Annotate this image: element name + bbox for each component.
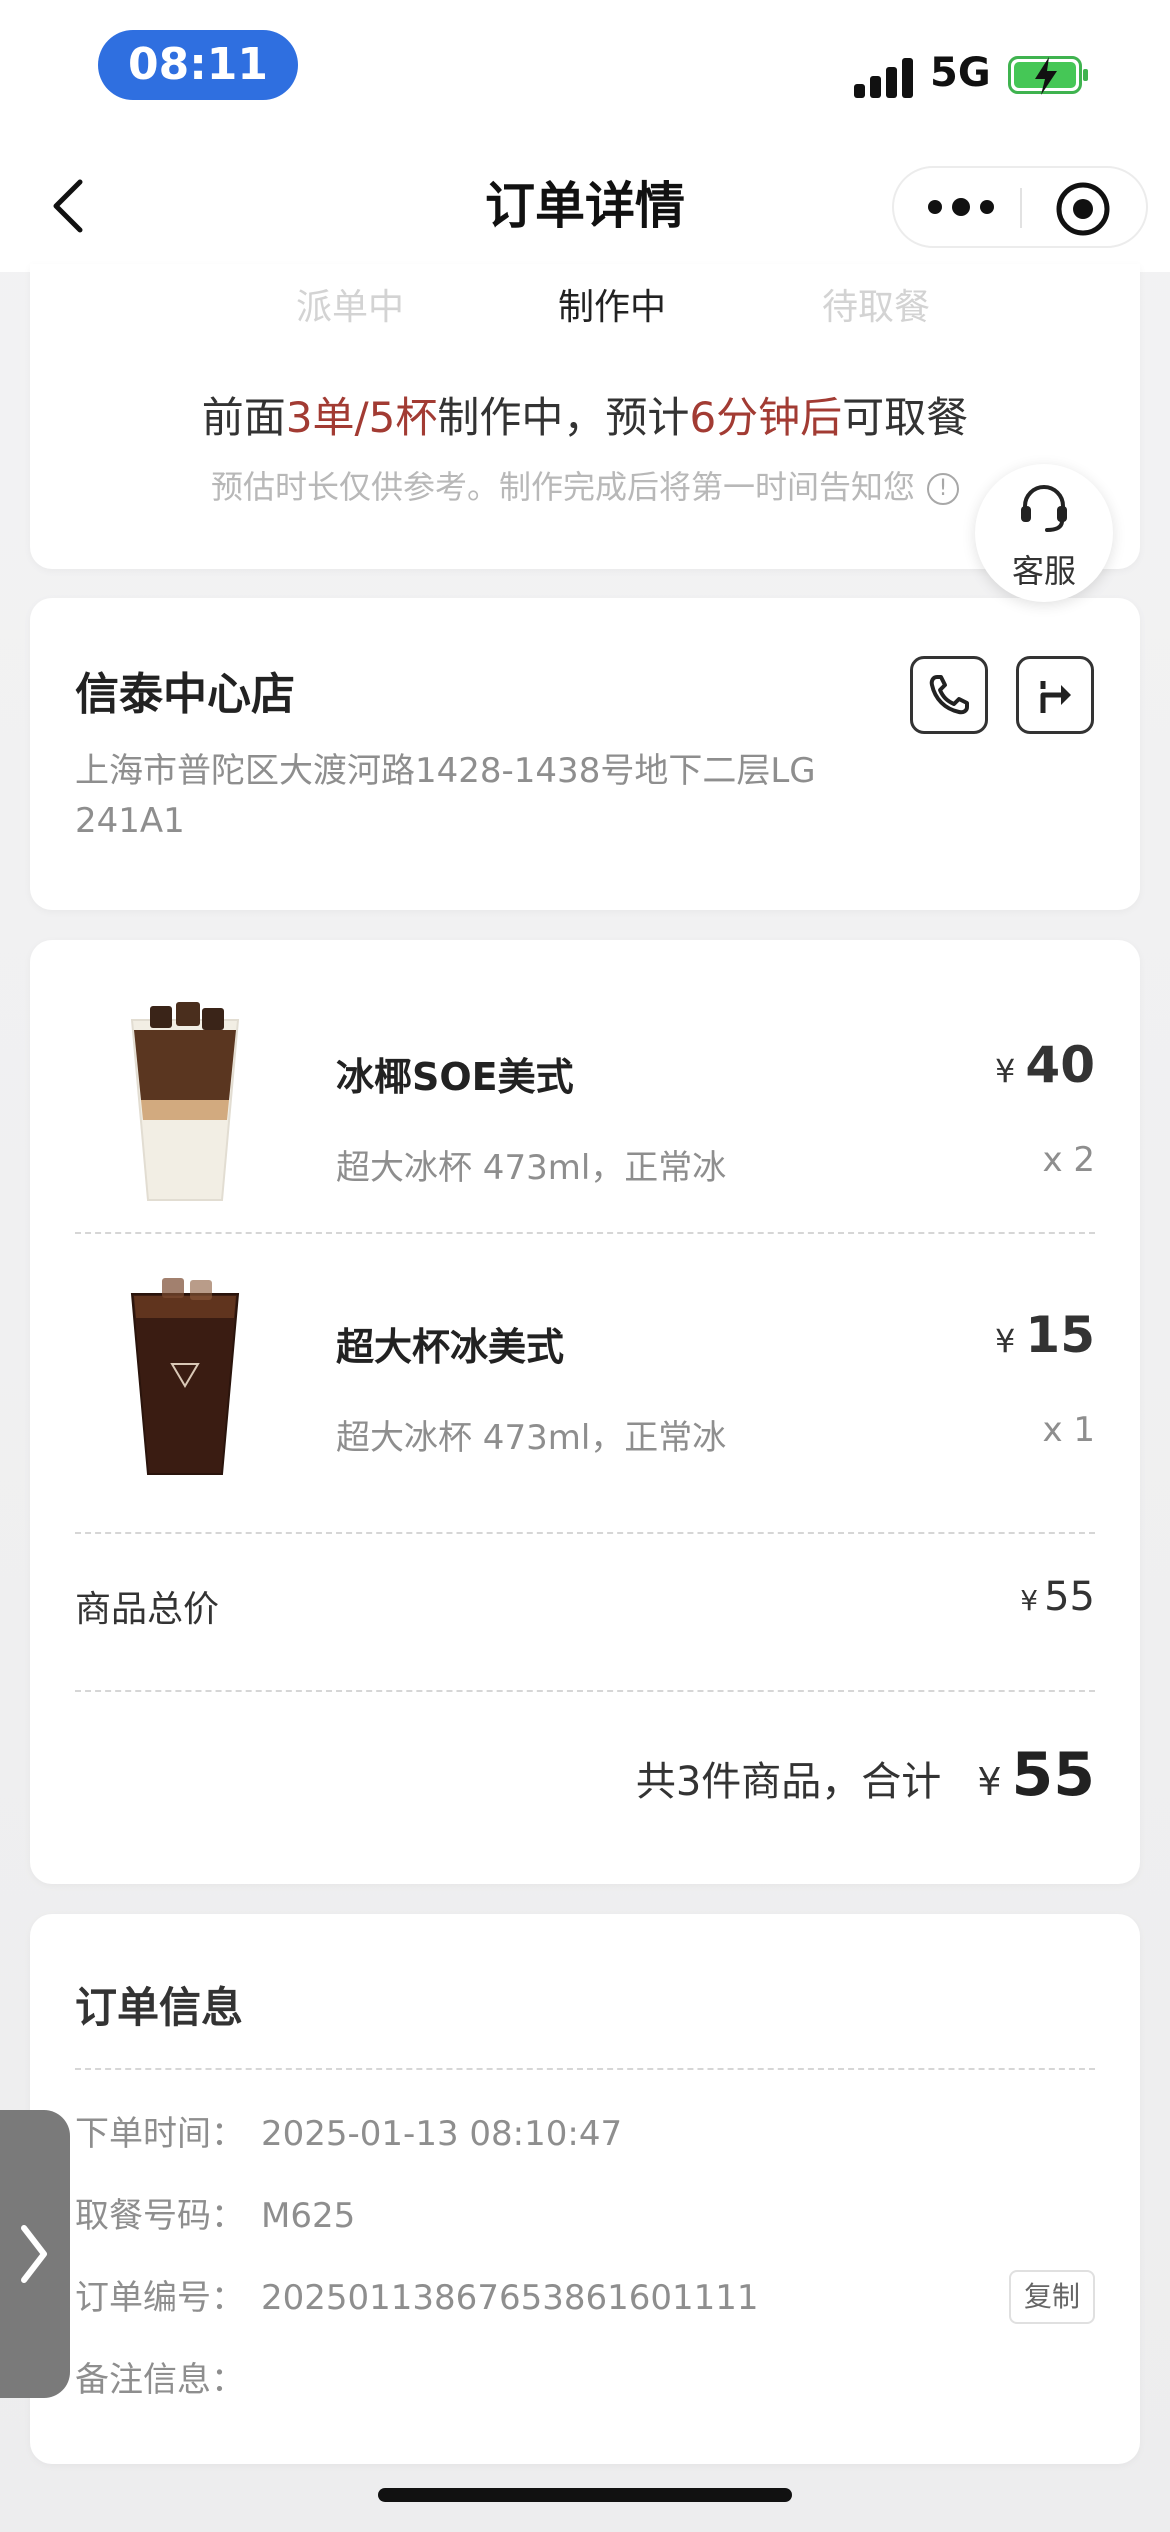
target-close-icon [1056,182,1110,236]
total-prefix: 共3件商品，合计 [635,1759,942,1805]
step-ready-for-pickup: 待取餐 [821,287,930,328]
capsule-divider [1020,188,1022,228]
store-name: 信泰中心店 [75,669,295,720]
customer-service-label: 客服 [1011,552,1076,590]
back-button[interactable] [40,174,100,238]
list-item[interactable]: 超大杯冰美式 超大冰杯 473ml，正常冰 ¥15 x 1 [30,1254,1140,1524]
nav-bar: 订单详情 [0,140,1170,272]
item-quantity: x 1 [1042,1410,1095,1450]
order-total: 共3件商品，合计 ¥55 [636,1740,1095,1810]
status-time: 08:11 [98,30,298,100]
iced-americano-image [130,1278,240,1475]
store-address: 上海市普陀区大渡河路1428-1438号地下二层LG 241A1 [75,751,816,841]
call-store-button[interactable] [910,656,988,734]
side-drawer-handle[interactable] [0,2110,70,2398]
eta-note-text: 预估时长仅供参考。制作完成后将第一时间告知您 [210,468,915,506]
subtotal-label: 商品总价 [75,1589,220,1630]
item-price: ¥15 [995,1306,1095,1364]
order-info-card: 订单信息 下单时间： 2025-01-13 08:10:47 取餐号码： M625 … [30,1914,1140,2464]
order-time-value: 2025-01-13 08:10:47 [261,2114,623,2154]
order-number-value: 20250113867653861601111 [261,2278,759,2318]
close-mini-program-button[interactable] [1054,180,1112,238]
eta-note: 预估时长仅供参考。制作完成后将第一时间告知您! [30,462,1140,508]
queue-middle: 制作中，预计 [437,393,690,442]
order-time-label: 下单时间： [75,2114,245,2154]
more-button[interactable] [914,178,1010,238]
currency-symbol: ¥ [977,1760,1002,1804]
pickup-code-row: 取餐号码： M625 [75,2188,355,2237]
signal-icon [854,56,914,98]
store-card: 信泰中心店 上海市普陀区大渡河路1428-1438号地下二层LG 241A1 [30,598,1140,910]
item-price: ¥40 [995,1036,1095,1094]
copy-order-number-button[interactable]: 复制 [1009,2270,1095,2324]
item-name: 超大杯冰美式 [336,1325,565,1369]
eta-time: 6分钟后 [689,393,843,442]
remark-label: 备注信息： [75,2360,245,2400]
info-icon[interactable]: ! [927,473,959,505]
status-bar: 08:11 5G [0,0,1170,140]
divider [75,1532,1095,1534]
network-type: 5G [930,50,991,96]
subtotal-value: ¥55 [1020,1574,1095,1620]
queue-prefix: 前面 [201,393,286,442]
headset-icon [1021,485,1067,532]
pickup-code-label: 取餐号码： [75,2196,245,2236]
chevron-left-icon [53,179,83,233]
mini-program-capsule [892,166,1148,248]
progress-card: 派单中 制作中 待取餐 前面3单/5杯制作中，预计6分钟后可取餐 预估时长仅供参… [30,264,1140,569]
step-dispatching: 派单中 [295,287,404,328]
divider [75,1690,1095,1692]
chevron-right-icon [21,2225,47,2283]
order-info-title: 订单信息 [75,1983,244,2032]
remark-row: 备注信息： [75,2352,261,2401]
item-quantity: x 2 [1042,1140,1095,1180]
currency-symbol: ¥ [1020,1584,1039,1617]
iced-coconut-coffee-image [130,1002,240,1201]
home-indicator[interactable] [378,2488,792,2502]
queue-suffix: 可取餐 [842,393,969,442]
step-making: 制作中 [557,287,666,328]
item-name: 冰椰SOE美式 [336,1055,574,1099]
currency-symbol: ¥ [995,1322,1016,1360]
order-items-card: 冰椰SOE美式 超大冰杯 473ml，正常冰 ¥40 x 2 超大杯冰美式 超大… [30,940,1140,1884]
order-time-row: 下单时间： 2025-01-13 08:10:47 [75,2106,622,2155]
queue-message: 前面3单/5杯制作中，预计6分钟后可取餐 [30,384,1140,445]
item-spec: 超大冰杯 473ml，正常冰 [336,1148,727,1188]
subtotal-amount: 55 [1044,1574,1095,1620]
item-spec: 超大冰杯 473ml，正常冰 [336,1418,727,1458]
order-number-label: 订单编号： [75,2278,245,2318]
order-detail-page: 08:11 5G 订单详情 派单中 制作中 待取餐 前面3单/5杯制作中，预计6… [0,0,1170,2532]
item-price-value: 15 [1025,1306,1095,1364]
total-amount: 55 [1011,1740,1096,1810]
item-price-value: 40 [1025,1036,1095,1094]
order-number-row: 订单编号： 20250113867653861601111 [75,2270,759,2319]
battery-charging-icon [1008,56,1088,95]
store-navigation-button[interactable] [1016,656,1094,734]
queue-count: 3单/5杯 [285,393,438,442]
currency-symbol: ¥ [995,1052,1016,1090]
list-item[interactable]: 冰椰SOE美式 超大冰杯 473ml，正常冰 ¥40 x 2 [30,980,1140,1250]
divider [75,2068,1095,2070]
phone-icon [929,675,969,715]
directions-icon [1040,681,1071,713]
divider [75,1232,1095,1234]
pickup-code-value: M625 [261,2196,356,2236]
customer-service-button[interactable]: 客服 [975,464,1113,602]
